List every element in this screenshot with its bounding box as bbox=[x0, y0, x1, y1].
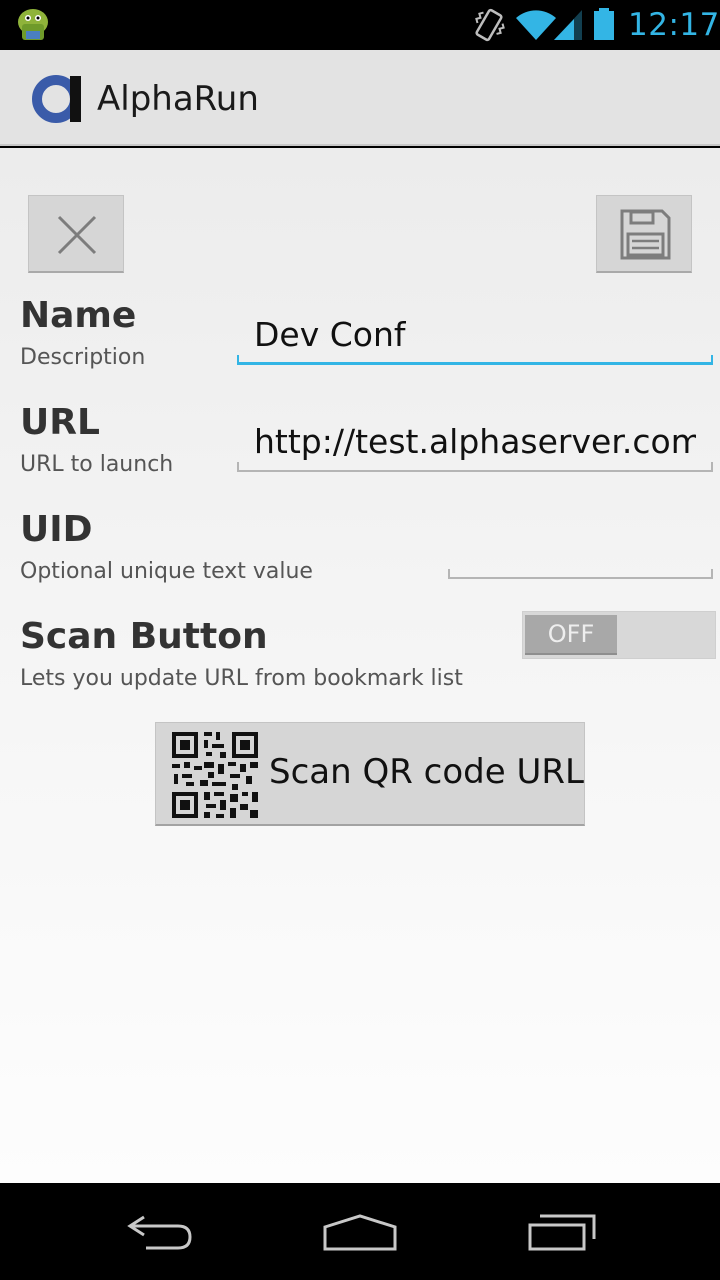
vibrate-icon bbox=[475, 8, 505, 42]
navigation-bar bbox=[0, 1183, 720, 1280]
alpharun-logo-icon[interactable] bbox=[32, 74, 84, 124]
qr-code-icon bbox=[172, 732, 258, 818]
name-sublabel: Description bbox=[20, 345, 146, 370]
action-bar: AlphaRun bbox=[0, 50, 720, 146]
save-floppy-icon bbox=[620, 209, 671, 260]
recent-apps-icon[interactable] bbox=[526, 1213, 598, 1253]
clock-time: 12:17 bbox=[628, 7, 720, 43]
edit-bookmark-form: Name Description Dev Conf URL URL to lau… bbox=[0, 148, 720, 1183]
android-notification-icon bbox=[18, 9, 48, 40]
url-field-value: http://test.alphaserver.com/ bbox=[254, 422, 696, 461]
toggle-thumb: OFF bbox=[525, 615, 617, 655]
scan-qr-code-button[interactable]: Scan QR code URL bbox=[155, 722, 585, 826]
close-icon bbox=[57, 215, 97, 255]
url-label: URL bbox=[20, 402, 100, 443]
scan-button-label: Scan Button bbox=[20, 616, 268, 657]
scan-qr-code-label: Scan QR code URL bbox=[269, 752, 584, 792]
uid-field[interactable] bbox=[448, 519, 713, 579]
uid-label: UID bbox=[20, 509, 93, 550]
save-button[interactable] bbox=[596, 195, 692, 273]
scan-button-toggle[interactable]: OFF bbox=[522, 611, 716, 659]
name-field[interactable]: Dev Conf bbox=[237, 305, 713, 365]
url-sublabel: URL to launch bbox=[20, 452, 174, 477]
cancel-button[interactable] bbox=[28, 195, 124, 273]
app-title: AlphaRun bbox=[97, 79, 259, 119]
name-label: Name bbox=[20, 295, 137, 336]
name-field-underline bbox=[237, 355, 713, 365]
status-bar: 12:17 bbox=[0, 0, 720, 50]
name-field-value: Dev Conf bbox=[254, 315, 406, 354]
back-icon[interactable] bbox=[124, 1213, 196, 1253]
uid-sublabel: Optional unique text value bbox=[20, 559, 313, 584]
scan-button-sublabel: Lets you update URL from bookmark list bbox=[20, 666, 463, 691]
uid-field-underline bbox=[448, 569, 713, 579]
battery-icon bbox=[594, 8, 614, 40]
signal-icon bbox=[554, 10, 582, 40]
url-field-underline bbox=[237, 462, 713, 472]
url-field[interactable]: http://test.alphaserver.com/ bbox=[237, 412, 713, 472]
home-icon[interactable] bbox=[322, 1213, 398, 1253]
